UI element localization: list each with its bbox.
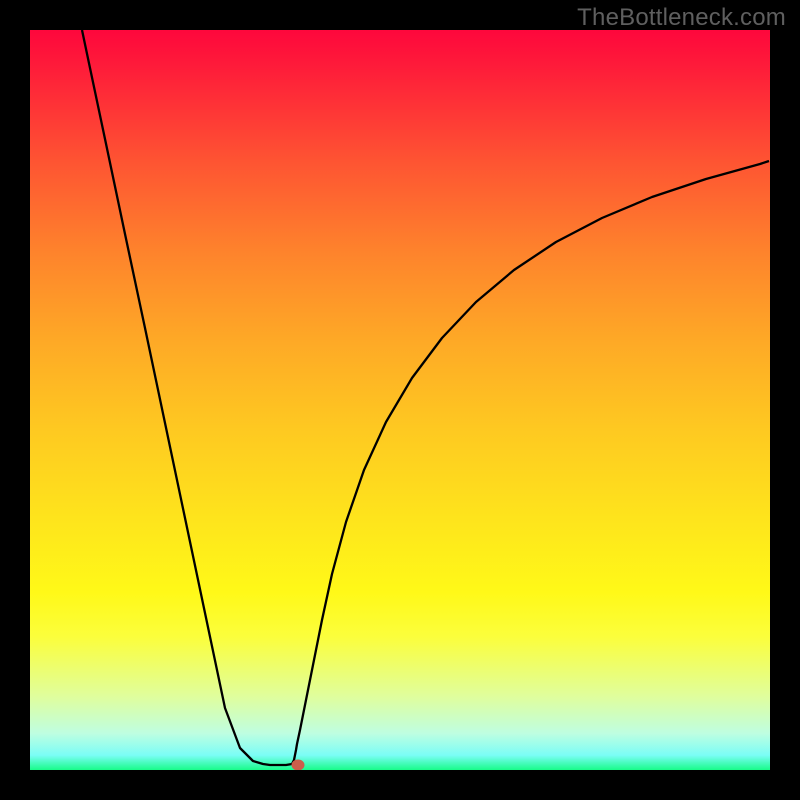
plot-area xyxy=(30,30,770,770)
chart-frame: TheBottleneck.com xyxy=(0,0,800,800)
curve-svg xyxy=(30,30,770,770)
marker-dot xyxy=(292,760,305,771)
bottleneck-curve xyxy=(82,30,769,765)
watermark-text: TheBottleneck.com xyxy=(577,4,786,32)
